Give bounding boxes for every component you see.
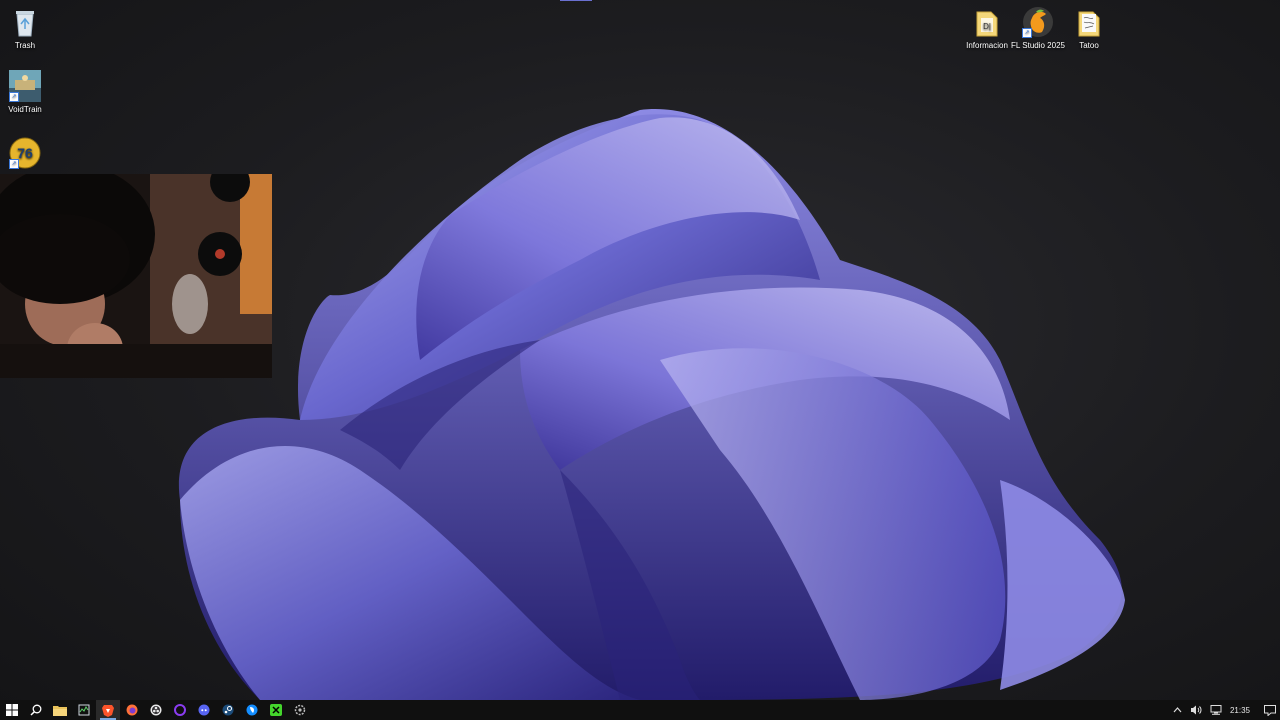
- brave-browser-icon: [102, 704, 114, 717]
- start-button[interactable]: [0, 700, 24, 720]
- system-tray: 21:35: [1169, 700, 1280, 720]
- speaker-icon: [1190, 705, 1202, 715]
- windows-start-icon: [6, 704, 18, 716]
- taskbar-firefox[interactable]: [120, 700, 144, 720]
- battlenet-icon: [246, 704, 258, 716]
- shortcut-arrow-icon: ↗: [9, 159, 19, 169]
- search-button[interactable]: [24, 700, 48, 720]
- taskbar-razer[interactable]: [264, 700, 288, 720]
- top-screen-indicator: [560, 0, 592, 1]
- desktop-icon-label: Informacion: [966, 41, 1008, 50]
- notification-icon: [1264, 704, 1276, 716]
- search-icon: [30, 704, 42, 716]
- recycle-bin-icon: [9, 6, 41, 38]
- taskbar-purple-app[interactable]: [168, 700, 192, 720]
- folder-icon: [53, 706, 67, 716]
- clock[interactable]: 21:35: [1226, 700, 1254, 720]
- desktop-icon-informacion[interactable]: D| Informacion: [959, 6, 1015, 50]
- desktop-icon-voidtrain[interactable]: ↗ VoidTrain: [0, 70, 53, 114]
- fallout-76-icon: 76 ↗: [9, 137, 41, 169]
- desktop-icon-trash[interactable]: Trash: [0, 6, 53, 50]
- steam-icon: [222, 704, 234, 716]
- discord-icon: [198, 704, 210, 716]
- desktop-icon-label: FL Studio 2025: [1011, 41, 1065, 50]
- gear-icon: [294, 704, 306, 716]
- purple-circle-icon: [174, 704, 186, 716]
- desktop-icon-fl-studio[interactable]: ↗ FL Studio 2025: [1010, 6, 1066, 50]
- notifications-button[interactable]: [1254, 700, 1280, 720]
- taskbar-file-explorer[interactable]: [48, 700, 72, 720]
- folder-icon: [1073, 6, 1105, 38]
- shortcut-arrow-icon: ↗: [9, 92, 19, 102]
- obs-icon: [150, 704, 162, 716]
- task-manager-icon: [78, 704, 90, 716]
- svg-text:76: 76: [17, 145, 33, 161]
- webcam-feed: [0, 174, 272, 378]
- desktop-icon-tatoo[interactable]: Tatoo: [1061, 6, 1117, 50]
- taskbar-battlenet[interactable]: [240, 700, 264, 720]
- desktop-icon-label: VoidTrain: [8, 105, 42, 114]
- taskbar-obs[interactable]: [144, 700, 168, 720]
- taskbar-discord[interactable]: [192, 700, 216, 720]
- desktop-icon-label: Tatoo: [1079, 41, 1099, 50]
- firefox-icon: [126, 704, 138, 716]
- taskbar-brave[interactable]: [96, 700, 120, 720]
- razer-icon: [270, 704, 282, 716]
- network-button[interactable]: [1206, 700, 1226, 720]
- fl-studio-icon: ↗: [1022, 6, 1054, 38]
- tray-overflow-button[interactable]: [1169, 700, 1186, 720]
- taskbar: 21:35: [0, 700, 1280, 720]
- svg-text:D|: D|: [983, 22, 991, 31]
- webcam-overlay: [0, 174, 272, 378]
- taskbar-steam[interactable]: [216, 700, 240, 720]
- shortcut-arrow-icon: ↗: [1022, 28, 1032, 38]
- network-icon: [1210, 705, 1222, 715]
- desktop-icon-label: Trash: [14, 41, 36, 50]
- folder-icon: D|: [971, 6, 1003, 38]
- chevron-up-icon: [1173, 707, 1182, 713]
- desktop-icon-fallout76[interactable]: 76 ↗: [0, 137, 53, 172]
- voidtrain-game-icon: ↗: [9, 70, 41, 102]
- taskbar-task-manager[interactable]: [72, 700, 96, 720]
- taskbar-settings[interactable]: [288, 700, 312, 720]
- volume-button[interactable]: [1186, 700, 1206, 720]
